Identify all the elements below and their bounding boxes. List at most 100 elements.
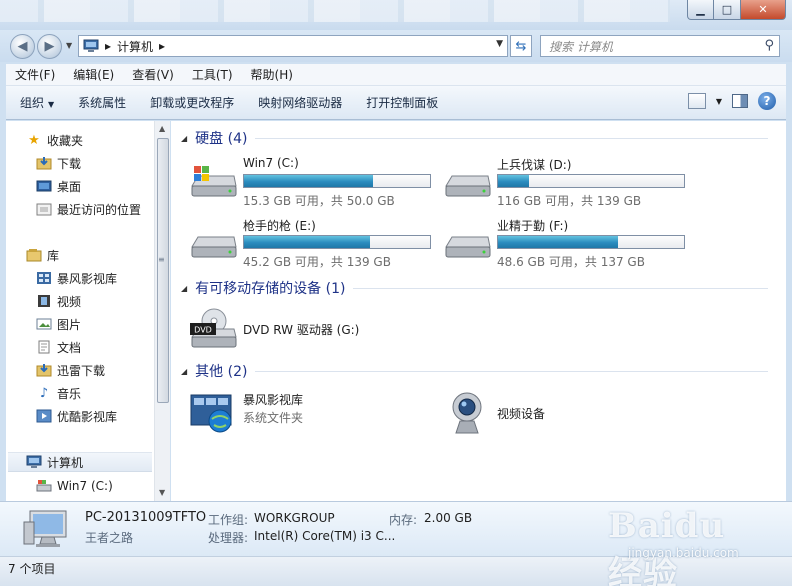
organize-label: 组织 — [20, 96, 45, 110]
help-icon[interactable]: ? — [758, 92, 776, 110]
address-dropdown-icon[interactable]: ▼ — [496, 39, 503, 49]
webcam-icon — [452, 392, 482, 434]
maximize-button[interactable]: □ — [714, 0, 741, 20]
drive-item-f[interactable]: 业精于勤 (F:) 48.6 GB 可用，共 137 GB — [442, 217, 692, 273]
breadcrumb-separator-2[interactable]: ▸ — [159, 39, 165, 53]
sidebar-label: 桌面 — [57, 179, 82, 194]
view-dropdown-icon[interactable]: ▼ — [716, 97, 722, 106]
drive-name: 枪手的枪 (E:) — [243, 219, 316, 233]
minimize-button[interactable]: ▁ — [687, 0, 714, 20]
desktop-icon — [36, 178, 52, 194]
sidebar-label: 库 — [47, 248, 60, 263]
sidebar-label: 音乐 — [57, 386, 82, 401]
window-controls: ▁ □ ✕ — [687, 0, 786, 20]
processor-value: Intel(R) Core(TM) i3 C... — [254, 529, 396, 543]
memory-value: 2.00 GB — [424, 511, 473, 525]
baofeng-library-item[interactable]: 暴风影视库 系统文件夹 — [188, 391, 428, 437]
drive-usage-fill — [244, 175, 374, 187]
menu-file[interactable]: 文件(F) — [6, 66, 64, 83]
recent-pages-dropdown[interactable]: ▼ — [66, 41, 72, 50]
drive-item-c[interactable]: Win7 (C:) 15.3 GB 可用，共 50.0 GB — [188, 156, 438, 212]
system-properties-button[interactable]: 系统属性 — [66, 94, 138, 111]
change-view-icon[interactable] — [687, 93, 706, 109]
background-taskbar-strip — [0, 0, 670, 22]
drive-usage-bar — [497, 235, 685, 249]
group-title: 其他 (2) — [195, 364, 248, 380]
thunder-download-icon — [36, 362, 52, 378]
drive-item-e[interactable]: 枪手的枪 (E:) 45.2 GB 可用，共 139 GB — [188, 217, 438, 273]
breadcrumb-separator[interactable]: ▸ — [105, 39, 111, 53]
sidebar-label: 迅雷下载 — [57, 363, 106, 378]
library-icon — [26, 247, 42, 263]
group-header-other[interactable]: ◢ 其他 (2) — [171, 360, 776, 382]
back-button[interactable]: ◀ — [10, 34, 35, 59]
drive-usage-bar — [497, 174, 685, 188]
title-bar: ▁ □ ✕ — [0, 0, 792, 30]
organize-dropdown-icon: ▼ — [48, 100, 55, 109]
breadcrumb-computer[interactable]: 计算机 — [117, 38, 153, 55]
navigation-scrollbar[interactable]: ▲ ≡ ▼ — [154, 121, 170, 501]
uninstall-program-button[interactable]: 卸载或更改程序 — [138, 94, 246, 111]
windows-hard-drive-icon — [191, 166, 237, 197]
navigation-pane: ★ 收藏夹 下载 桌面 最近访问的位置 库 暴风影视库 视频 图片 文档 迅雷下载… — [6, 121, 154, 501]
sidebar-item-favorites[interactable]: ★ 收藏夹 — [26, 130, 172, 150]
search-icon[interactable]: ⚲ — [764, 38, 774, 53]
processor-label: 处理器: — [208, 531, 249, 545]
star-icon: ★ — [28, 132, 40, 148]
scroll-up-arrow-icon[interactable]: ▲ — [159, 124, 165, 133]
dvd-drive-name: DVD RW 驱动器 (G:) — [243, 323, 360, 337]
organize-button[interactable]: 组织 ▼ — [6, 94, 66, 111]
collapse-arrow-icon: ◢ — [181, 283, 188, 293]
back-arrow-icon: ◀ — [17, 39, 28, 54]
computer-user: 王者之路 — [85, 531, 134, 545]
group-title: 硬盘 (4) — [195, 131, 248, 147]
menu-help[interactable]: 帮助(H) — [242, 66, 302, 83]
sidebar-item-computer[interactable]: 计算机 — [8, 452, 152, 472]
forward-button[interactable]: ▶ — [37, 34, 62, 59]
item-type: 系统文件夹 — [243, 411, 304, 425]
scroll-down-arrow-icon[interactable]: ▼ — [159, 488, 165, 497]
hard-drive-icon — [191, 236, 237, 258]
menu-edit[interactable]: 编辑(E) — [64, 66, 123, 83]
menu-tools[interactable]: 工具(T) — [183, 66, 242, 83]
menu-bar: 文件(F) 编辑(E) 查看(V) 工具(T) 帮助(H) — [6, 64, 786, 86]
open-control-panel-button[interactable]: 打开控制面板 — [354, 94, 450, 111]
document-icon — [36, 339, 52, 355]
scroll-thumb[interactable] — [157, 138, 169, 403]
drive-name: Win7 (C:) — [243, 156, 299, 170]
drive-space-info: 15.3 GB 可用，共 50.0 GB — [243, 194, 395, 208]
dvd-drive-icon: DVD — [190, 308, 237, 348]
sidebar-label: 图片 — [57, 317, 82, 332]
scroll-grip-icon: ≡ — [158, 255, 165, 264]
search-placeholder: 搜索 计算机 — [549, 39, 613, 54]
drive-usage-fill — [498, 236, 618, 248]
sidebar-label: 收藏夹 — [47, 133, 84, 148]
sidebar-label: 视频 — [57, 294, 82, 309]
drive-item-d[interactable]: 上兵伐谋 (D:) 116 GB 可用，共 139 GB — [442, 156, 692, 212]
preview-pane-icon[interactable] — [732, 94, 748, 108]
drive-space-info: 48.6 GB 可用，共 137 GB — [497, 255, 645, 269]
refresh-button[interactable]: ⇆ — [510, 35, 532, 57]
sidebar-label: 最近访问的位置 — [57, 202, 142, 217]
sidebar-item-libraries[interactable]: 库 — [26, 245, 172, 265]
close-button[interactable]: ✕ — [741, 0, 786, 20]
content-pane: ◢ 硬盘 (4) Win7 (C:) 15.3 GB 可用，共 50.0 GB … — [171, 121, 786, 501]
group-header-removable[interactable]: ◢ 有可移动存储的设备 (1) — [171, 277, 776, 299]
map-network-drive-button[interactable]: 映射网络驱动器 — [246, 94, 354, 111]
workgroup-label: 工作组: — [208, 513, 249, 527]
video-device-item[interactable]: 视频设备 — [442, 391, 642, 437]
group-header-hard-disks[interactable]: ◢ 硬盘 (4) — [171, 127, 776, 149]
address-bar[interactable]: ▸ 计算机 ▸ ▼ — [78, 35, 508, 57]
search-input[interactable]: 搜索 计算机 ⚲ — [540, 35, 780, 57]
sidebar-label: 下载 — [57, 156, 82, 171]
dvd-drive-item[interactable]: DVD DVD RW 驱动器 (G:) — [188, 307, 428, 353]
item-count: 7 个项目 — [8, 562, 56, 576]
sidebar-label: 文档 — [57, 340, 82, 355]
collapse-arrow-icon: ◢ — [181, 366, 188, 376]
dvd-badge: DVD — [194, 326, 212, 335]
sidebar-label: 暴风影视库 — [57, 271, 118, 286]
windows-drive-icon — [36, 478, 52, 494]
workgroup-value: WORKGROUP — [254, 511, 335, 525]
menu-view[interactable]: 查看(V) — [123, 66, 183, 83]
drive-usage-fill — [244, 236, 370, 248]
